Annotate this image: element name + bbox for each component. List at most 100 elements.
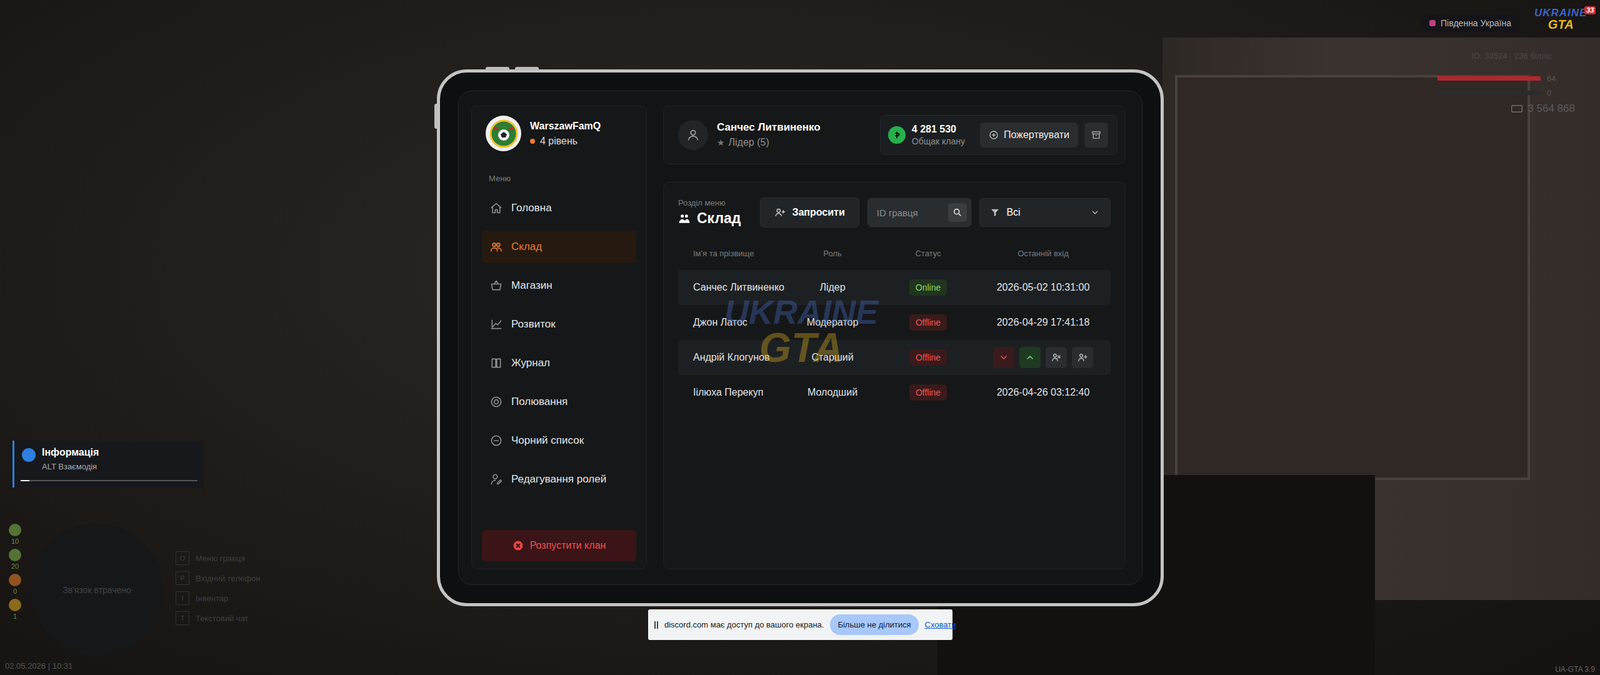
status-item: 1 <box>8 598 22 620</box>
disband-button[interactable]: Розпустити клан <box>481 530 637 562</box>
member-role: Лідер <box>799 281 866 294</box>
money: 3 564 868 <box>1437 102 1575 115</box>
status-item: 0 <box>8 573 22 595</box>
status-icon <box>8 548 22 562</box>
donate-button[interactable]: Пожертвувати <box>980 122 1079 148</box>
minimap: Зв'язок втрачено <box>30 523 164 657</box>
status-value: 1 <box>13 612 17 620</box>
user-role: ★Лідер (5) <box>716 136 821 149</box>
status-value: 10 <box>11 537 19 545</box>
table-row[interactable]: Андрій Клогунов Старший Offline <box>678 340 1111 375</box>
menu-item[interactable]: Склад <box>481 230 637 264</box>
hotkey-label: Інвентар <box>195 593 229 604</box>
column-header: Роль <box>799 248 866 259</box>
add-button[interactable] <box>1071 346 1094 369</box>
logo-badge: 33 <box>1584 6 1596 15</box>
menu-item-label: Журнал <box>511 356 550 370</box>
promote-icon <box>1025 352 1035 363</box>
kick-icon <box>1051 352 1062 363</box>
health-value: 64 <box>1546 73 1556 84</box>
tablet: WarszawFamQ 4 рівень Меню Головна Склад … <box>436 69 1164 607</box>
kick-button[interactable] <box>1045 346 1067 369</box>
hotkey-key: I <box>175 591 190 605</box>
hotkey-label: Текстовий чат <box>195 613 249 624</box>
health-bar <box>1437 76 1541 81</box>
member-status-cell: Offline <box>865 314 991 331</box>
stop-sharing-button[interactable]: Більше не ділитися <box>830 614 919 635</box>
row-actions <box>990 346 1096 369</box>
clan-logo-icon <box>485 115 522 152</box>
tablet-side-button <box>434 103 438 129</box>
clan-level: 4 рівень <box>530 135 601 147</box>
menu-item[interactable]: Чорний список <box>481 424 637 457</box>
menu-item[interactable]: Головна <box>481 191 637 225</box>
filter-value: Всі <box>1006 206 1084 219</box>
main-column: Санчес Литвиненко ★Лідер (5) 4 281 530 О… <box>663 105 1126 570</box>
watermark-bottom: GTA <box>759 328 844 368</box>
tablet-button <box>515 66 539 70</box>
search-placeholder: ID гравця <box>876 207 944 219</box>
filter-icon <box>990 207 1000 218</box>
game-screen: Південна Україна UKRAINE GTA 33 ID: 3352… <box>0 0 1600 675</box>
menu-item[interactable]: Магазин <box>481 269 637 302</box>
panel-header: Розділ меню Склад Запросити ID гравця Вс… <box>678 197 1111 228</box>
watermark-top: UKRAINE <box>724 296 879 329</box>
status-badge: Offline <box>909 384 947 401</box>
demote-button[interactable] <box>993 346 1015 369</box>
search-field[interactable]: ID гравця <box>867 198 972 227</box>
menu-item[interactable]: Полювання <box>481 385 637 419</box>
level-dot <box>530 138 535 144</box>
menu-item-label: Головна <box>511 201 552 215</box>
member-last-login: 2026-04-29 17:41:18 <box>990 316 1096 329</box>
minimap-text: Зв'язок втрачено <box>62 585 132 595</box>
stream-watermark: UKRAINE GTA <box>714 296 889 368</box>
status-badge: Offline <box>909 314 947 331</box>
user-plus-icon <box>774 206 786 219</box>
status-icons: 10 20 0 1 <box>8 523 22 620</box>
notification-text: Інформація ALT Взаємодія <box>41 446 99 472</box>
lightbulb-icon <box>21 448 36 462</box>
search-button[interactable] <box>948 203 967 222</box>
members-panel: Розділ меню Склад Запросити ID гравця Вс… <box>663 181 1126 570</box>
demote-icon <box>998 352 1009 363</box>
hotkey-key: T <box>175 611 190 625</box>
hotkeys: O Меню гравцяP Вхідний телефонI Інвентар… <box>175 551 260 625</box>
table-row[interactable]: Джон Латос Модератор Offline 2026-04-29 … <box>678 305 1111 340</box>
hotkey: I Інвентар <box>175 591 260 605</box>
hotkey-label: Меню гравця <box>195 553 245 564</box>
user-card: Санчес Литвиненко ★Лідер (5) 4 281 530 О… <box>663 105 1126 165</box>
invite-button[interactable]: Запросити <box>760 197 859 228</box>
section-title: Розділ меню Склад <box>678 198 741 227</box>
member-name: Андрій Клогунов <box>693 352 800 364</box>
user-icon <box>686 128 700 142</box>
table-header: Ім'я та прізвищеРольСтатусОстанній вхід <box>678 241 1111 265</box>
menu-item-label: Редагування ролей <box>511 473 607 486</box>
table-row[interactable]: Санчес Литвиненко Лідер Online 2026-05-0… <box>678 270 1111 305</box>
menu-item[interactable]: Журнал <box>481 346 637 380</box>
invite-label: Запросити <box>791 206 845 219</box>
avatar-icon <box>678 120 709 150</box>
server-icon <box>1429 20 1436 27</box>
hide-link[interactable]: Сховати <box>925 620 957 630</box>
promote-button[interactable] <box>1019 346 1041 369</box>
storage-button[interactable] <box>1084 122 1109 148</box>
member-status-cell: Online <box>865 279 991 296</box>
filter-dropdown[interactable]: Всі <box>979 198 1111 227</box>
member-name: Джон Латос <box>693 317 800 329</box>
menu-item-label: Магазин <box>511 279 553 292</box>
logo-bottom: GTA <box>1548 18 1574 31</box>
datetime: 02.05.2026 | 10:31 <box>5 661 73 671</box>
menu-item[interactable]: Редагування ролей <box>481 463 637 496</box>
clan-header: WarszawFamQ 4 рівень <box>481 115 637 152</box>
member-last-login <box>990 346 1096 369</box>
table-row[interactable]: Іілюха Перекуп Молодший Offline 2026-04-… <box>678 375 1111 410</box>
member-role: Молодший <box>799 386 866 399</box>
menu-item-icon <box>490 318 503 331</box>
armor-value: 0 <box>1546 88 1552 98</box>
disband-label: Розпустити клан <box>530 540 607 552</box>
balance-text: 4 281 530 Общак клану <box>911 123 965 147</box>
hotkey: P Вхідний телефон <box>175 571 260 585</box>
member-name: Іілюха Перекуп <box>693 387 800 399</box>
menu-item[interactable]: Розвиток <box>481 308 637 341</box>
status-value: 0 <box>13 587 17 595</box>
